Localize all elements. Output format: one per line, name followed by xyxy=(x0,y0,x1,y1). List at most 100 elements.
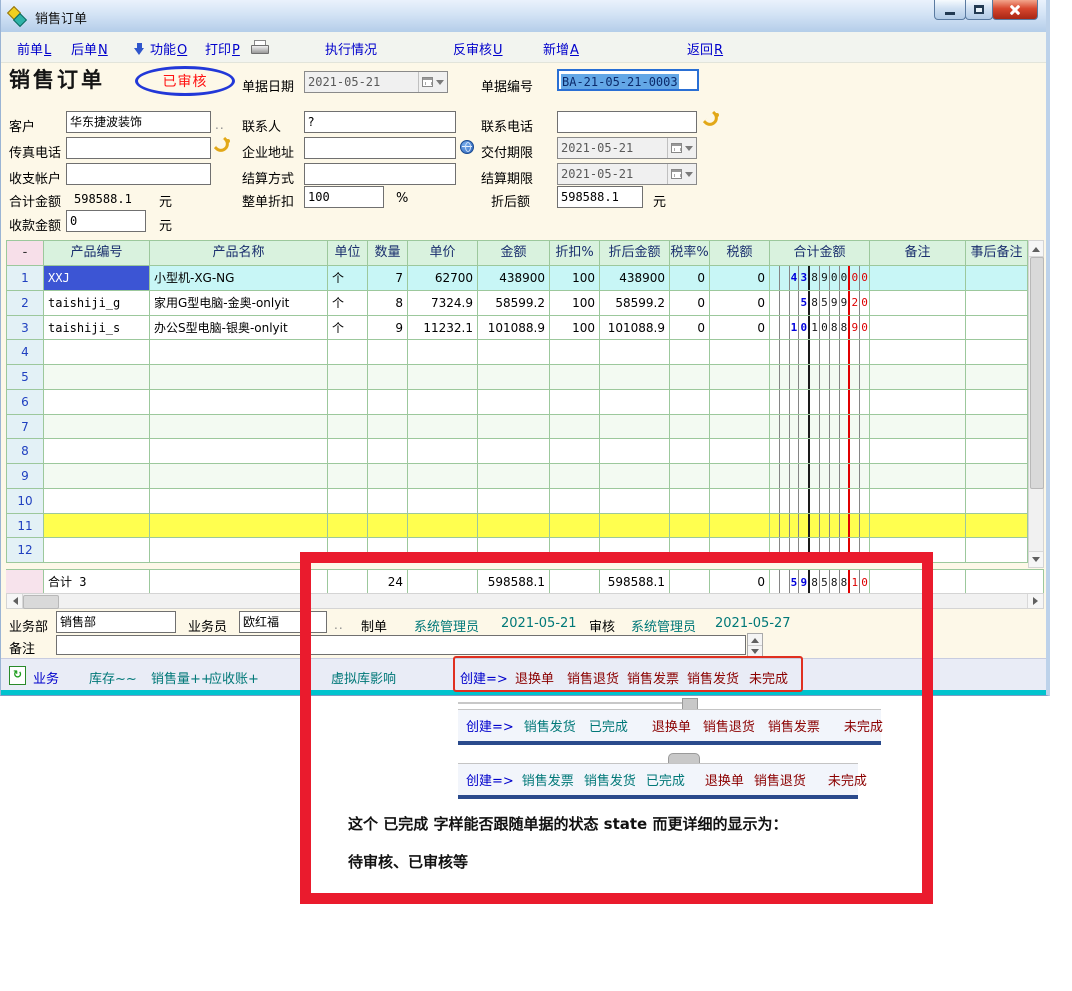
cell-digits[interactable] xyxy=(770,489,870,514)
cell-remark[interactable] xyxy=(870,439,966,464)
cell-amount[interactable] xyxy=(478,439,550,464)
refresh-icon[interactable]: ↻ xyxy=(9,666,26,685)
horizontal-scrollbar[interactable] xyxy=(6,593,1044,609)
cell-after[interactable] xyxy=(600,390,670,415)
cell-after[interactable] xyxy=(600,340,670,365)
whole-discount-input[interactable]: 100 xyxy=(304,186,384,208)
cell-digits[interactable] xyxy=(770,365,870,390)
customer-input[interactable]: 华东捷波装饰 xyxy=(66,111,211,133)
cell-after[interactable] xyxy=(600,365,670,390)
cell-after[interactable]: 58599.2 xyxy=(600,291,670,316)
cell-taxrate[interactable] xyxy=(670,439,710,464)
cell-after[interactable] xyxy=(600,415,670,440)
cell-name[interactable] xyxy=(150,390,328,415)
cell-taxrate[interactable] xyxy=(670,464,710,489)
cell-taxrate[interactable] xyxy=(670,415,710,440)
doc-no-input[interactable]: BA-21-05-21-0003 xyxy=(557,69,699,91)
scroll-up-arrow[interactable] xyxy=(1029,241,1043,257)
cell-after[interactable]: 101088.9 xyxy=(600,316,670,341)
cell-qty[interactable] xyxy=(368,489,408,514)
cell-name[interactable] xyxy=(150,489,328,514)
globe-icon[interactable] xyxy=(460,140,474,154)
phone-icon[interactable] xyxy=(702,112,719,128)
calendar-dropdown[interactable] xyxy=(667,138,693,158)
cell-after[interactable] xyxy=(600,439,670,464)
cell-code[interactable] xyxy=(44,489,150,514)
cell-disc[interactable] xyxy=(550,514,600,539)
cell-remark[interactable] xyxy=(870,415,966,440)
cell-qty[interactable] xyxy=(368,514,408,539)
row-number[interactable]: 6 xyxy=(6,390,44,415)
cell-tax[interactable]: 0 xyxy=(710,266,770,291)
horizontal-scroll-thumb[interactable] xyxy=(23,595,59,609)
cell-code[interactable]: taishiji_g xyxy=(44,291,150,316)
cell-tax[interactable] xyxy=(710,439,770,464)
cell-post[interactable] xyxy=(966,266,1028,291)
cell-price[interactable] xyxy=(408,340,478,365)
cell-name[interactable]: 家用G型电脑-金奥-onlyit xyxy=(150,291,328,316)
cell-code[interactable] xyxy=(44,415,150,440)
minimize-button[interactable] xyxy=(934,0,966,20)
statusbar-tab[interactable]: 库存~~ xyxy=(89,668,137,687)
cell-qty[interactable] xyxy=(368,340,408,365)
cell-disc[interactable] xyxy=(550,365,600,390)
cell-taxrate[interactable] xyxy=(670,390,710,415)
row-number[interactable]: 10 xyxy=(6,489,44,514)
cell-taxrate[interactable] xyxy=(670,365,710,390)
cell-amount[interactable] xyxy=(478,514,550,539)
calendar-dropdown[interactable] xyxy=(418,72,444,92)
cell-qty[interactable] xyxy=(368,365,408,390)
account-input[interactable] xyxy=(66,163,211,185)
cell-qty[interactable]: 9 xyxy=(368,316,408,341)
return-button[interactable]: 返回R xyxy=(687,39,723,58)
cell-digits[interactable] xyxy=(770,340,870,365)
cell-price[interactable]: 62700 xyxy=(408,266,478,291)
remark-input[interactable] xyxy=(56,635,746,655)
settle-date-input[interactable]: 2021-05-21 xyxy=(557,163,697,185)
cell-taxrate[interactable]: 0 xyxy=(670,291,710,316)
cell-price[interactable]: 7324.9 xyxy=(408,291,478,316)
cell-name[interactable]: 办公S型电脑-银奥-onlyit xyxy=(150,316,328,341)
cell-name[interactable]: 小型机-XG-NG xyxy=(150,266,328,291)
cell-name[interactable] xyxy=(150,365,328,390)
cell-digits[interactable]: 43890000 xyxy=(770,266,870,291)
address-input[interactable] xyxy=(304,137,456,159)
cell-tax[interactable] xyxy=(710,489,770,514)
cell-amount[interactable] xyxy=(478,340,550,365)
cell-qty[interactable] xyxy=(368,390,408,415)
row-number[interactable]: 3 xyxy=(6,316,44,341)
cell-digits[interactable]: 5859920 xyxy=(770,291,870,316)
close-button[interactable] xyxy=(992,0,1038,20)
functions-button[interactable]: 功能O xyxy=(134,39,187,58)
cell-digits[interactable] xyxy=(770,538,870,563)
row-number[interactable]: 12 xyxy=(6,538,44,563)
status-link[interactable]: 销售发货 xyxy=(687,668,739,687)
after-discount-input[interactable]: 598588.1 xyxy=(557,186,643,208)
cell-unit[interactable] xyxy=(328,514,368,539)
cell-qty[interactable] xyxy=(368,439,408,464)
cell-code[interactable] xyxy=(44,390,150,415)
cell-unit[interactable] xyxy=(328,538,368,563)
cell-unit[interactable] xyxy=(328,415,368,440)
row-number[interactable]: 8 xyxy=(6,439,44,464)
cell-post[interactable] xyxy=(966,316,1028,341)
cell-price[interactable] xyxy=(408,538,478,563)
statusbar-tab[interactable]: 销售量++ xyxy=(151,668,212,687)
cell-name[interactable] xyxy=(150,340,328,365)
cell-after[interactable] xyxy=(600,538,670,563)
cell-after[interactable] xyxy=(600,489,670,514)
cell-price[interactable]: 11232.1 xyxy=(408,316,478,341)
cell-post[interactable] xyxy=(966,489,1028,514)
cell-tax[interactable] xyxy=(710,340,770,365)
scroll-down-arrow[interactable] xyxy=(1029,551,1043,567)
cell-qty[interactable]: 8 xyxy=(368,291,408,316)
cell-unit[interactable] xyxy=(328,489,368,514)
cell-tax[interactable] xyxy=(710,415,770,440)
cell-post[interactable] xyxy=(966,464,1028,489)
cell-amount[interactable] xyxy=(478,415,550,440)
cell-price[interactable] xyxy=(408,415,478,440)
cell-unit[interactable] xyxy=(328,365,368,390)
cell-code[interactable] xyxy=(44,439,150,464)
cell-amount[interactable] xyxy=(478,489,550,514)
cell-unit[interactable]: 个 xyxy=(328,316,368,341)
